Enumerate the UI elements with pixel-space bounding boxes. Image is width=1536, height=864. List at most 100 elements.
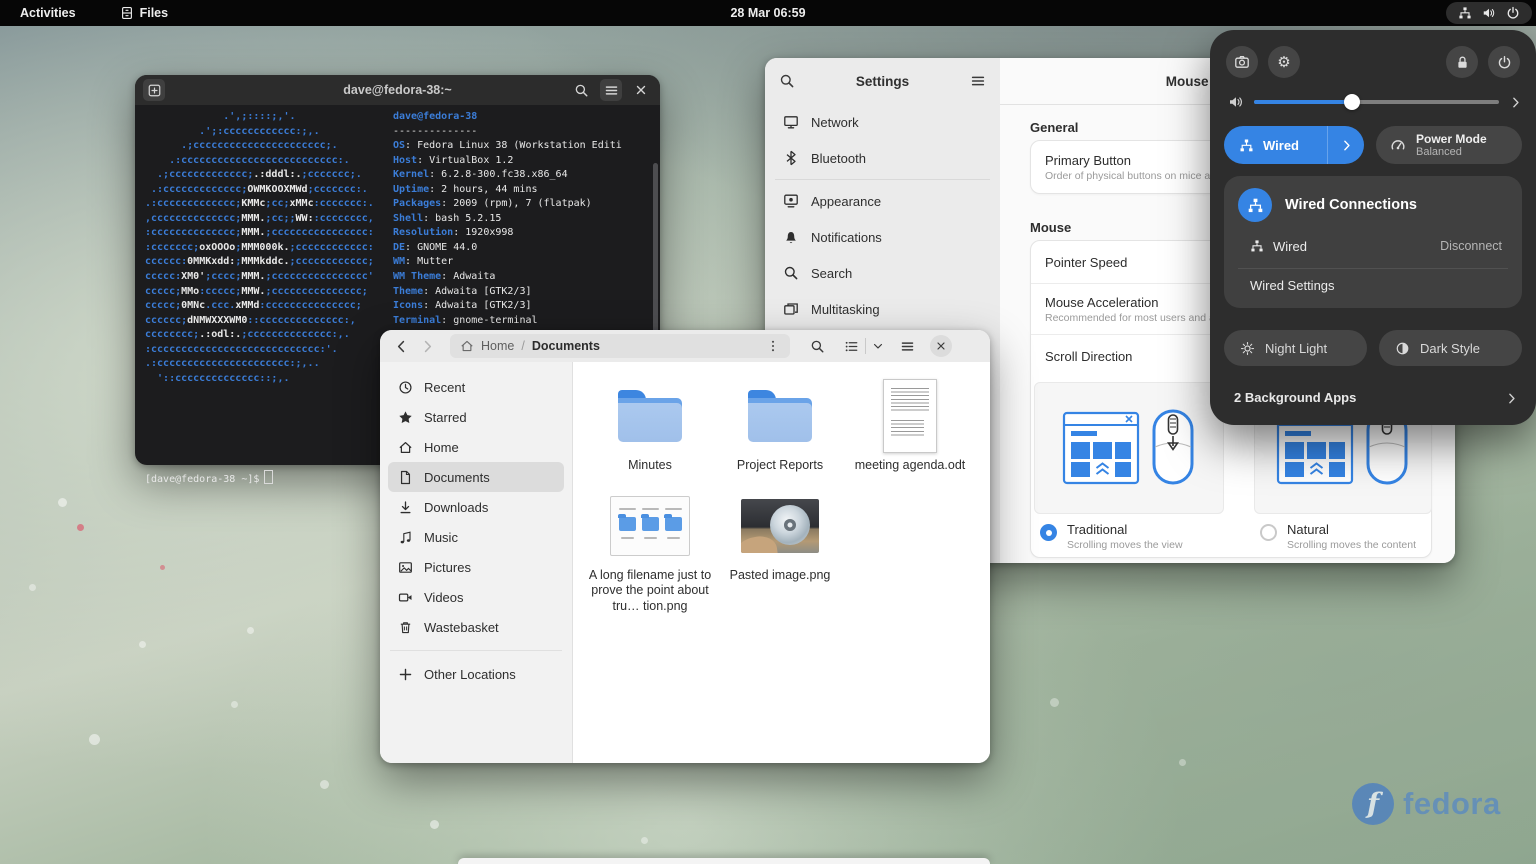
files-content[interactable]: Minutes Project Reports meeting agenda.odt… (573, 362, 990, 763)
power-mode-title: Power Mode (1416, 131, 1487, 146)
folder-icon (748, 390, 812, 442)
wired-tile-label: Wired (1263, 137, 1299, 153)
disconnect-button[interactable]: Disconnect (1440, 239, 1502, 253)
volume-slider[interactable] (1254, 94, 1499, 110)
bluetooth-icon (783, 150, 799, 166)
file-item[interactable]: meeting agenda.odt (845, 374, 975, 474)
sidebar-item-label: Notifications (811, 229, 882, 245)
sidebar-item-multitasking[interactable]: Multitasking (773, 291, 992, 327)
wired-network-icon (1239, 138, 1254, 153)
speaker-icon (1228, 94, 1244, 110)
files-sidebar-item-downloads[interactable]: Downloads (388, 492, 564, 522)
night-light-toggle[interactable]: Night Light (1224, 330, 1367, 366)
hamburger-menu-icon (900, 339, 915, 354)
wired-network-icon (1247, 197, 1264, 214)
view-toggle-button[interactable] (844, 338, 884, 354)
settings-menu-button[interactable] (964, 67, 992, 95)
files-sidebar-item-music[interactable]: Music (388, 522, 564, 552)
quick-settings-panel: ⚙ Wired Power Mode Balanced Wired Connec… (1210, 30, 1536, 425)
breadcrumb-root[interactable]: Home (481, 339, 514, 353)
terminal-close-button[interactable] (630, 79, 652, 101)
dark-style-toggle[interactable]: Dark Style (1379, 330, 1522, 366)
file-item[interactable]: Minutes (585, 374, 715, 474)
files-sidebar-label: Home (424, 439, 459, 455)
files-sidebar-item-videos[interactable]: Videos (388, 582, 564, 612)
hidden-window-edge[interactable] (458, 858, 990, 864)
search-icon (574, 83, 589, 98)
settings-sidebar-header[interactable]: Settings (765, 58, 1000, 104)
settings-search-button[interactable] (773, 67, 801, 95)
traditional-radio[interactable] (1040, 524, 1057, 541)
wired-connection-row[interactable]: Wired Disconnect (1250, 234, 1502, 258)
screenshot-button[interactable] (1226, 46, 1258, 78)
hamburger-menu-icon (970, 73, 986, 89)
files-sidebar-label: Recent (424, 379, 466, 395)
settings-shortcut-button[interactable]: ⚙ (1268, 46, 1300, 78)
system-tray[interactable] (1446, 2, 1532, 24)
terminal-search-button[interactable] (570, 79, 592, 101)
file-item[interactable]: A long filename just to prove the point … (585, 484, 715, 615)
desktop: f fedora dave@fedora-38:~ .',;::::;,'. .… (0, 0, 1536, 864)
breadcrumb-separator: / (521, 339, 525, 353)
back-button[interactable] (388, 333, 414, 359)
close-icon (935, 340, 947, 352)
sidebar-item-network[interactable]: Network (773, 104, 992, 140)
terminal-headerbar[interactable]: dave@fedora-38:~ (135, 75, 660, 105)
forward-button[interactable] (414, 333, 440, 359)
lock-icon (1455, 55, 1470, 70)
files-sidebar-item-other-locations[interactable]: Other Locations (388, 659, 564, 689)
clock-icon (398, 380, 413, 395)
files-sidebar-label: Starred (424, 409, 467, 425)
files-sidebar-item-pictures[interactable]: Pictures (388, 552, 564, 582)
natural-radio[interactable] (1260, 524, 1277, 541)
sidebar-item-label: Multitasking (811, 301, 880, 317)
wired-network-icon (1250, 239, 1264, 253)
multitask-icon (783, 301, 799, 317)
sidebar-item-bluetooth[interactable]: Bluetooth (773, 140, 992, 176)
screenshot-thumbnail (610, 495, 690, 556)
wired-expand-button[interactable] (1327, 126, 1364, 164)
files-menu-button[interactable] (894, 333, 920, 359)
neofetch-ascii-logo: .',;::::;,'. .';:cccccccccccc:;,. .;cccc… (145, 111, 374, 384)
file-item[interactable]: Project Reports (715, 374, 845, 474)
files-sidebar-label: Pictures (424, 559, 471, 575)
chevron-down-icon (872, 340, 884, 352)
fedora-logo-icon: f (1352, 783, 1394, 825)
wired-connections-title: Wired Connections (1285, 197, 1417, 213)
files-close-button[interactable] (930, 335, 952, 357)
lock-button[interactable] (1446, 46, 1478, 78)
terminal-menu-button[interactable] (600, 79, 622, 101)
sidebar-item-notifications[interactable]: Notifications (773, 219, 992, 255)
breadcrumb-current[interactable]: Documents (532, 339, 600, 353)
natural-option[interactable]: Natural Scrolling moves the content (1260, 522, 1416, 551)
files-sidebar-item-starred[interactable]: Starred (388, 402, 564, 432)
search-icon (810, 339, 825, 354)
files-headerbar[interactable]: Home / Documents (380, 330, 990, 363)
files-sidebar-item-home[interactable]: Home (388, 432, 564, 462)
background-apps-row[interactable]: 2 Background Apps (1234, 382, 1518, 412)
chevron-right-icon[interactable] (1509, 96, 1522, 109)
activities-button[interactable]: Activities (12, 4, 84, 22)
volume-knob[interactable] (1344, 94, 1360, 110)
traditional-option[interactable]: Traditional Scrolling moves the view (1040, 522, 1183, 551)
path-menu-button[interactable] (766, 339, 780, 354)
neofetch-info: dave@fedora-38 -------------- OS: Fedora L… (393, 111, 622, 326)
sidebar-item-search[interactable]: Search (773, 255, 992, 291)
clock[interactable]: 28 Mar 06:59 (0, 6, 1536, 20)
file-item[interactable]: Pasted image.png (715, 484, 845, 615)
half-moon-icon (1395, 341, 1410, 356)
focused-app-menu[interactable]: Files (120, 6, 168, 20)
files-sidebar-item-wastebasket[interactable]: Wastebasket (388, 612, 564, 642)
files-sidebar-item-recent[interactable]: Recent (388, 372, 564, 402)
wired-tile[interactable]: Wired (1224, 126, 1364, 164)
magnifier-icon (783, 265, 799, 281)
power-button[interactable] (1488, 46, 1520, 78)
wired-settings-button[interactable]: Wired Settings (1250, 278, 1335, 293)
files-search-button[interactable] (804, 333, 830, 359)
wired-connection-label: Wired (1273, 238, 1307, 254)
sidebar-item-appearance[interactable]: Appearance (773, 183, 992, 219)
power-mode-tile[interactable]: Power Mode Balanced (1376, 126, 1522, 164)
breadcrumb[interactable]: Home / Documents (450, 334, 790, 358)
files-sidebar-item-documents[interactable]: Documents (388, 462, 564, 492)
traditional-scroll-illustration[interactable] (1034, 382, 1224, 514)
